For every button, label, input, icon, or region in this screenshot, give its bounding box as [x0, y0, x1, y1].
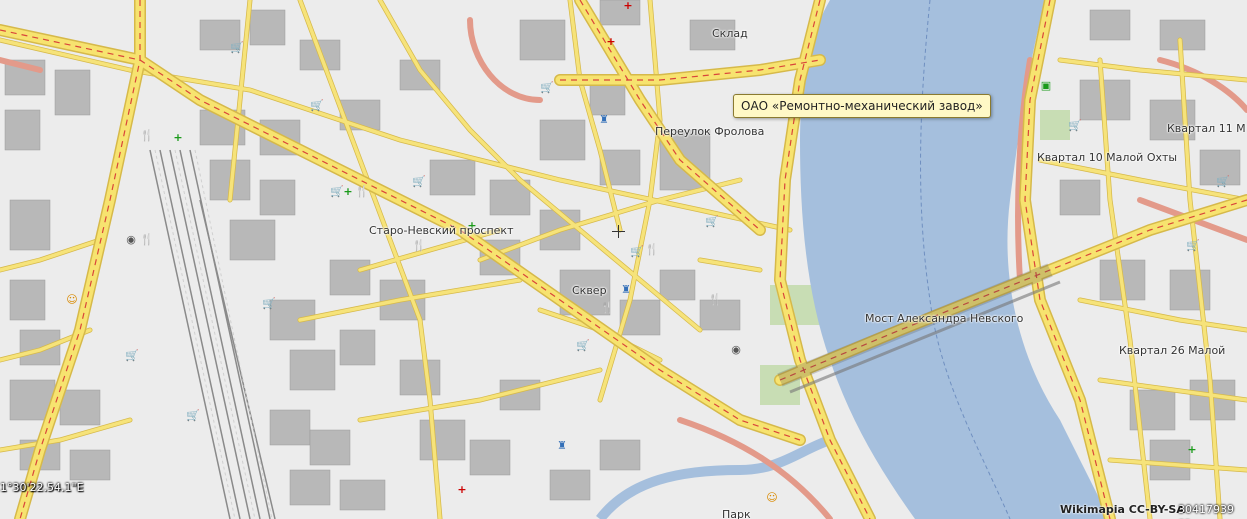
shopping-cart-icon[interactable]: 🛒: [310, 100, 324, 112]
coordinates-readout: 1°30'22.54.1"E: [0, 481, 84, 494]
label-kvartal-11[interactable]: Квартал 11 М: [1167, 122, 1246, 135]
scale-readout: 30417939 сс: [1178, 503, 1234, 519]
attribution-text[interactable]: Wikimapia CC-BY-SA: [1060, 503, 1185, 516]
shopping-cart-icon[interactable]: 🛒: [1068, 120, 1082, 132]
label-skver[interactable]: Сквер: [572, 284, 607, 297]
label-park[interactable]: Парк: [722, 508, 751, 519]
shopping-cart-icon[interactable]: 🛒: [705, 216, 719, 228]
shopping-cart-icon[interactable]: 🛒: [1186, 240, 1200, 252]
monument-icon[interactable]: ♜: [598, 114, 610, 126]
label-pereulok-frolova[interactable]: Переулок Фролова: [655, 125, 764, 138]
shopping-cart-icon[interactable]: 🛒: [125, 350, 139, 362]
restaurant-icon[interactable]: 🍴: [600, 302, 614, 314]
shopping-cart-icon[interactable]: 🛒: [576, 340, 590, 352]
restaurant-icon[interactable]: 🍴: [708, 294, 722, 306]
monument-icon[interactable]: ♜: [620, 284, 632, 296]
pharmacy-icon[interactable]: +: [172, 132, 184, 144]
label-sklad[interactable]: Склад: [712, 27, 748, 40]
label-kvartal-10[interactable]: Квартал 10 Малой Охты: [1037, 151, 1177, 164]
cinema-icon[interactable]: ◉: [125, 234, 137, 246]
restaurant-icon[interactable]: 🍴: [140, 130, 154, 142]
theater-icon[interactable]: ☺: [766, 492, 778, 504]
shopping-cart-icon[interactable]: 🛒: [630, 246, 644, 258]
label-most[interactable]: Мост Александра Невского: [865, 312, 1023, 325]
pharmacy-icon[interactable]: +: [1186, 444, 1198, 456]
shopping-cart-icon[interactable]: 🛒: [412, 176, 426, 188]
shopping-cart-icon[interactable]: 🛒: [230, 42, 244, 54]
restaurant-icon[interactable]: 🍴: [355, 186, 369, 198]
restaurant-icon[interactable]: 🍴: [140, 234, 154, 246]
crosshair-cursor-icon: [612, 225, 625, 238]
shopping-cart-icon[interactable]: 🛒: [186, 410, 200, 422]
restaurant-icon[interactable]: 🍴: [412, 240, 426, 252]
hospital-icon[interactable]: +: [622, 0, 634, 12]
shopping-cart-icon[interactable]: 🛒: [540, 82, 554, 94]
shopping-cart-icon[interactable]: 🛒: [1216, 176, 1230, 188]
hospital-icon[interactable]: +: [456, 484, 468, 496]
pharmacy-icon[interactable]: +: [342, 186, 354, 198]
map-canvas[interactable]: 🛒 🛒 🛒 🛒 🛒 🛒 🛒 🛒 🛒 🛒 🛒 🛒 🛒 🛒 🍴 🍴 🍴 🍴 🍴 🍴 …: [0, 0, 1247, 519]
theater-icon[interactable]: ☺: [66, 294, 78, 306]
label-kvartal-26[interactable]: Квартал 26 Малой: [1119, 344, 1225, 357]
label-staro-nevsky[interactable]: Старо-Невский проспект: [369, 224, 513, 237]
fuel-icon[interactable]: ▣: [1040, 80, 1052, 92]
cinema-icon[interactable]: ◉: [730, 344, 742, 356]
place-tooltip: ОАО «Ремонтно-механический завод»: [733, 94, 991, 118]
map-layer: [0, 0, 1247, 519]
shopping-cart-icon[interactable]: 🛒: [262, 298, 276, 310]
shopping-cart-icon[interactable]: 🛒: [330, 186, 344, 198]
restaurant-icon[interactable]: 🍴: [645, 244, 659, 256]
hospital-icon[interactable]: +: [605, 36, 617, 48]
monument-icon[interactable]: ♜: [556, 440, 568, 452]
